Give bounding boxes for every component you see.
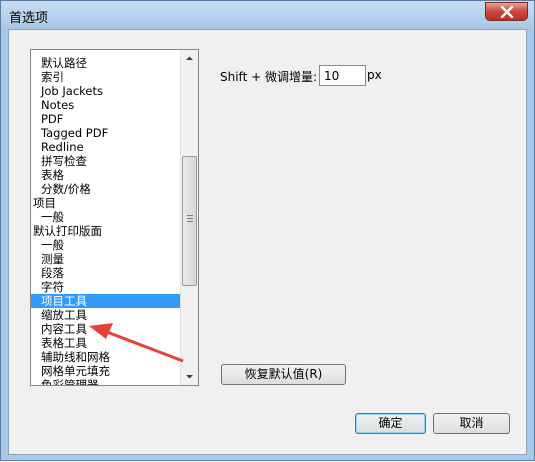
- list-item[interactable]: 网格单元填充: [31, 364, 182, 378]
- grip-line: [187, 221, 193, 222]
- list-item[interactable]: 内容工具: [31, 322, 182, 336]
- list-item[interactable]: 默认路径: [31, 56, 182, 70]
- list-item[interactable]: 默认打印版面: [31, 224, 182, 238]
- scroll-down-button[interactable]: [181, 368, 198, 385]
- list-item[interactable]: 段落: [31, 266, 182, 280]
- list-item[interactable]: 项目工具: [31, 294, 182, 308]
- vertical-scrollbar[interactable]: [180, 50, 198, 385]
- window-title: 首选项: [9, 11, 49, 26]
- preferences-tree-list[interactable]: 默认路径 索引 Job Jackets Notes PDF Tagged PDF Redli…: [30, 49, 199, 386]
- list-item[interactable]: 表格: [31, 168, 182, 182]
- grip-line: [187, 218, 193, 219]
- chevron-up-icon: [186, 56, 193, 60]
- list-item[interactable]: 字符: [31, 280, 182, 294]
- shift-increment-label: Shift + 微调增量:: [220, 70, 318, 84]
- list-item[interactable]: PDF: [31, 112, 182, 126]
- list-item[interactable]: 色彩管理器: [31, 378, 182, 385]
- preferences-dialog: 首选项 默认路径 索引 Job Jackets Notes PDF Tagged PDF R…: [0, 0, 535, 461]
- title-bar: 首选项: [1, 1, 534, 29]
- dialog-content: 默认路径 索引 Job Jackets Notes PDF Tagged PDF Redli…: [8, 29, 527, 455]
- list-item[interactable]: 索引: [31, 70, 182, 84]
- unit-label: px: [367, 68, 382, 82]
- close-icon: [500, 6, 514, 18]
- list-item[interactable]: 分数/价格: [31, 182, 182, 196]
- list-item[interactable]: 辅助线和网格: [31, 350, 182, 364]
- list-item[interactable]: Job Jackets: [31, 84, 182, 98]
- list-item[interactable]: Notes: [31, 98, 182, 112]
- list-item[interactable]: 项目: [31, 196, 182, 210]
- list-item[interactable]: Tagged PDF: [31, 126, 182, 140]
- scrollbar-thumb[interactable]: [182, 156, 197, 286]
- list-item[interactable]: Redline: [31, 140, 182, 154]
- scroll-up-button[interactable]: [181, 50, 198, 67]
- list-item[interactable]: 缩放工具: [31, 308, 182, 322]
- list-item[interactable]: 测量: [31, 252, 182, 266]
- cancel-button[interactable]: 取消: [433, 413, 510, 434]
- list-item[interactable]: 一般: [31, 210, 182, 224]
- list-item[interactable]: 一般: [31, 238, 182, 252]
- list-item[interactable]: 拼写检查: [31, 154, 182, 168]
- list-item[interactable]: 表格工具: [31, 336, 182, 350]
- ok-button[interactable]: 确定: [355, 413, 426, 434]
- preferences-list-items: 默认路径 索引 Job Jackets Notes PDF Tagged PDF Redli…: [31, 56, 182, 385]
- restore-defaults-button[interactable]: 恢复默认值(R): [221, 364, 346, 385]
- shift-increment-input[interactable]: [319, 65, 366, 86]
- chevron-down-icon: [186, 375, 193, 379]
- grip-line: [187, 215, 193, 216]
- close-button[interactable]: [485, 2, 528, 21]
